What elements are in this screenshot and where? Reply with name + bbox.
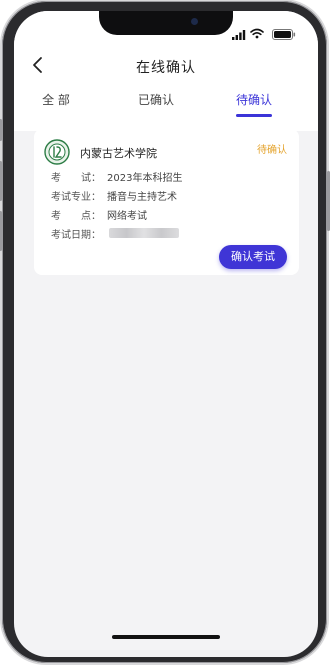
school-emblem-icon — [44, 139, 70, 165]
exam-card: 内蒙古艺术学院 待确认 考 试： 2023年本科招生 考试专业： 播音与主持艺术… — [34, 129, 299, 275]
tab-confirmed[interactable]: 已确认 — [116, 91, 196, 108]
battery-icon — [272, 25, 296, 44]
tab-all[interactable]: 全 部 — [16, 91, 96, 108]
volume-down-button — [0, 211, 2, 251]
home-indicator[interactable] — [112, 635, 220, 639]
exam-label: 考 试： — [51, 173, 101, 184]
signal-icon — [232, 25, 246, 44]
confirm-exam-button[interactable]: 确认考试 — [219, 245, 287, 269]
power-button — [327, 171, 330, 231]
mute-switch — [0, 119, 2, 141]
major-label: 考试专业： — [51, 192, 101, 203]
exam-value: 2023年本科招生 — [107, 173, 183, 184]
school-name: 内蒙古艺术学院 — [80, 147, 157, 160]
active-tab-indicator — [236, 114, 272, 117]
wifi-icon — [250, 24, 264, 43]
tab-bar: 全 部 已确认 待确认 — [14, 91, 318, 131]
front-camera — [191, 18, 198, 25]
volume-up-button — [0, 161, 2, 201]
phone-frame: 在线确认 全 部 已确认 待确认 内蒙古艺术学院 待确认 考 试： 2023年本… — [0, 1, 330, 663]
blurred-date-value — [109, 228, 179, 238]
notch — [99, 11, 233, 35]
venue-value: 网络考试 — [107, 211, 147, 222]
date-label: 考试日期： — [51, 230, 101, 241]
tab-pending[interactable]: 待确认 — [214, 91, 294, 117]
tab-pending-label: 待确认 — [235, 93, 272, 107]
major-value: 播音与主持艺术 — [107, 192, 177, 203]
venue-label: 考 点： — [51, 211, 101, 222]
status-badge: 待确认 — [257, 145, 287, 156]
app-screen: 在线确认 全 部 已确认 待确认 内蒙古艺术学院 待确认 考 试： 2023年本… — [14, 11, 318, 657]
page-title: 在线确认 — [136, 60, 196, 76]
